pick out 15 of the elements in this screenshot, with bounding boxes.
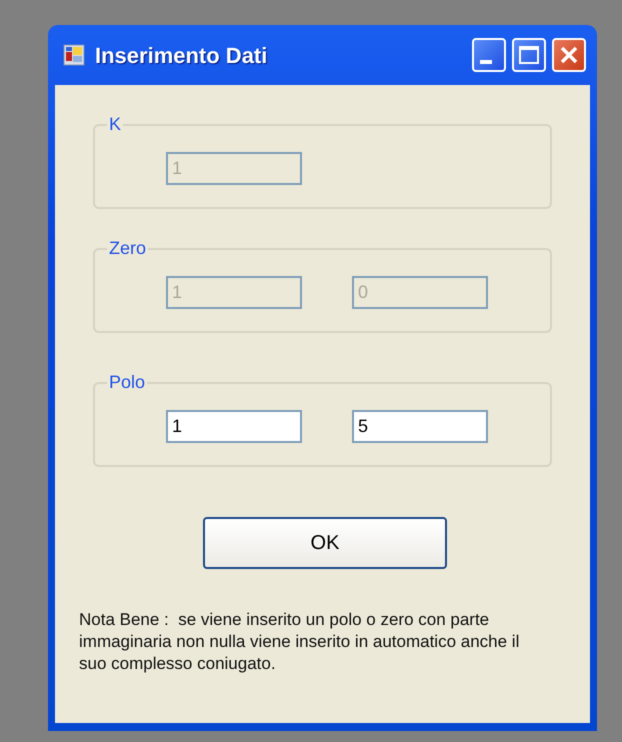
minimize-icon xyxy=(480,60,492,64)
app-icon xyxy=(63,44,85,66)
minimize-button[interactable] xyxy=(472,38,506,72)
note-text: Nota Bene : se viene inserito un polo o zero con parte immaginaria non nulla viene inserito in automatico anche il suo complesso coniugato. xyxy=(79,609,520,675)
maximize-button[interactable] xyxy=(512,38,546,72)
window-title: Inserimento Dati xyxy=(95,42,268,70)
maximize-icon xyxy=(519,46,539,64)
input-field[interactable]: 5 xyxy=(352,410,488,443)
close-button[interactable] xyxy=(552,38,586,72)
close-icon xyxy=(559,45,579,65)
ok-button[interactable]: OK xyxy=(203,517,447,569)
group-label: K xyxy=(108,113,122,136)
group-label: Zero xyxy=(108,237,148,260)
input-field[interactable]: 1 xyxy=(166,410,302,443)
group-label: Polo xyxy=(108,371,146,394)
